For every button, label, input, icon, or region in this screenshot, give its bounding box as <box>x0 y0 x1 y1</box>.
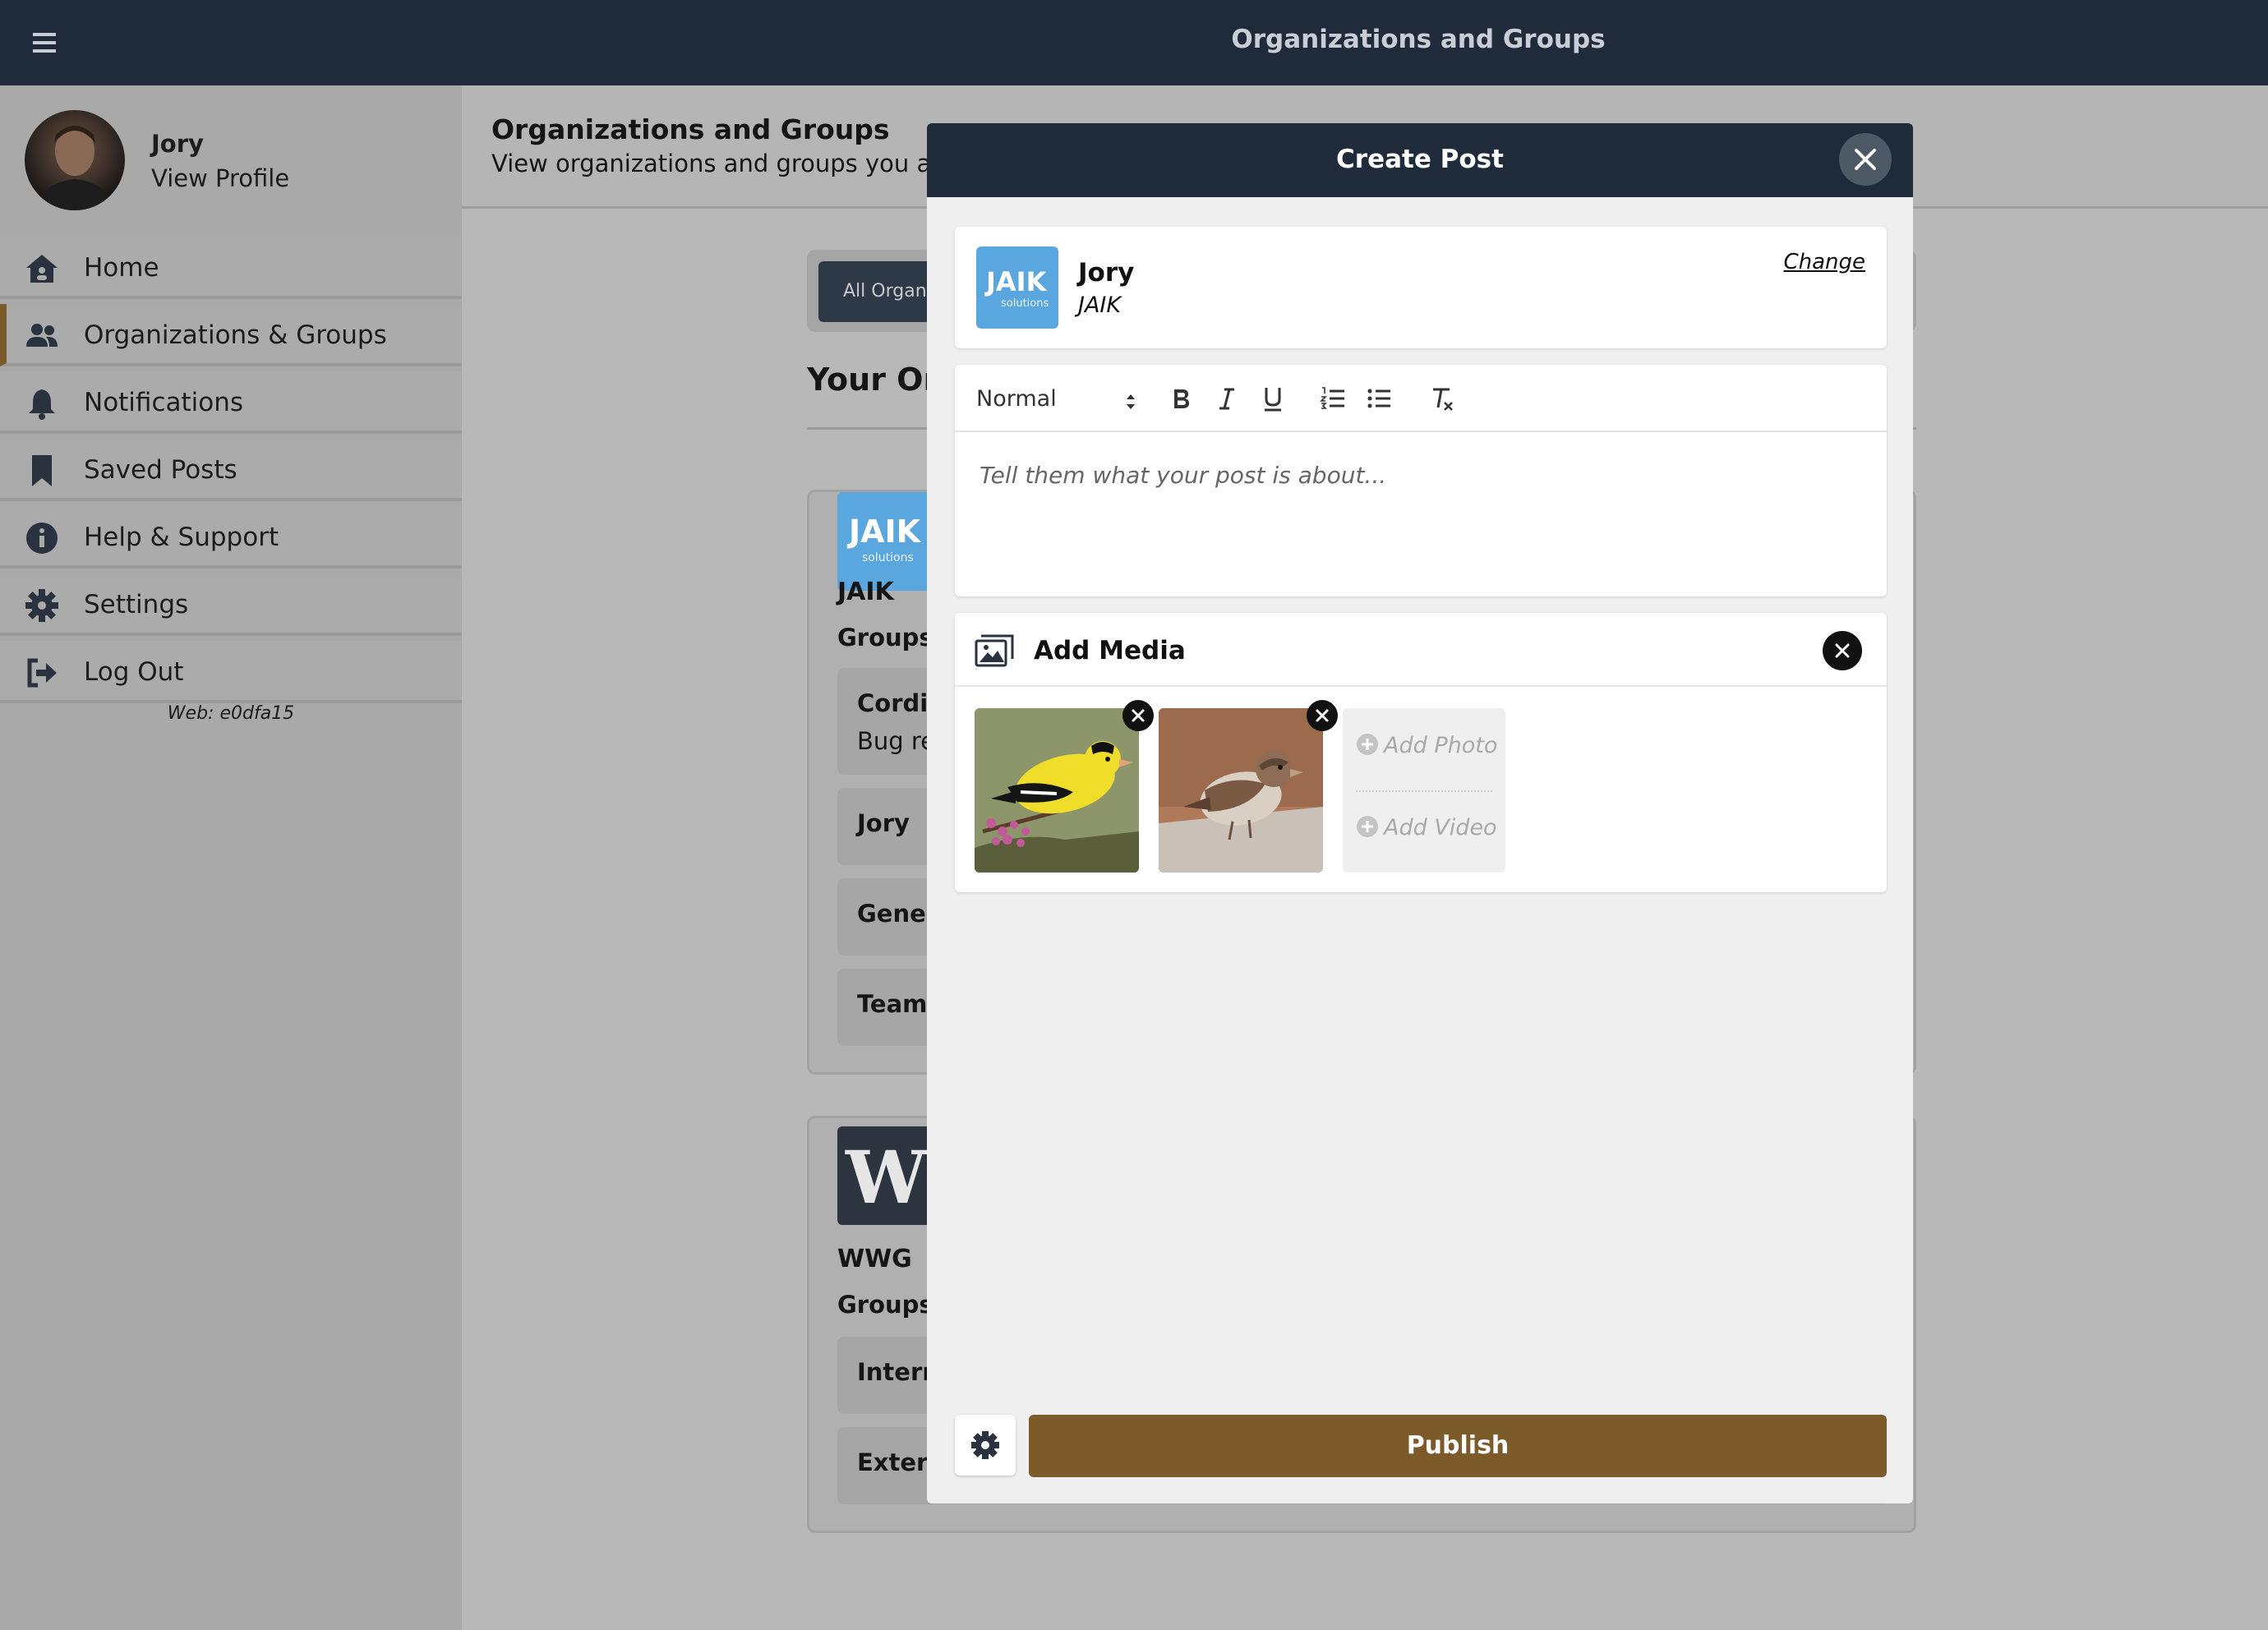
publish-button[interactable]: Publish <box>1029 1415 1887 1477</box>
author-card: JAIK solutions Jory JAIK Change <box>955 227 1887 348</box>
view-profile-link[interactable]: View Profile <box>151 164 289 192</box>
sidebar-item-label: Home <box>84 253 159 283</box>
sparrow-photo[interactable] <box>1159 708 1323 873</box>
tab-all-organizations[interactable]: All Organi <box>818 261 933 322</box>
sidebar-item-logout[interactable]: Log Out <box>0 641 462 703</box>
plus-circle-icon <box>1357 734 1378 755</box>
add-video-button[interactable]: Add Video <box>1356 815 1497 840</box>
org-name: JAIK <box>837 578 894 606</box>
author-name: Jory <box>1078 258 1135 288</box>
bullet-list-button[interactable] <box>1364 383 1395 414</box>
sidebar-item-label: Notifications <box>84 388 244 417</box>
modal-header: Create Post <box>927 123 1913 197</box>
logout-icon <box>25 656 59 690</box>
close-icon <box>1132 709 1145 722</box>
section-title: Your Or <box>807 361 939 398</box>
plus-circle-icon <box>1357 816 1378 837</box>
top-bar: Organizations and Groups <box>0 0 2268 85</box>
users-icon <box>25 319 59 353</box>
bold-icon <box>1174 389 1189 408</box>
bold-button[interactable] <box>1165 383 1196 414</box>
bell-icon <box>25 386 59 421</box>
underline-icon <box>1265 388 1281 412</box>
page-title: Organizations and Groups <box>491 113 890 145</box>
profile-section[interactable]: Jory View Profile <box>0 85 462 233</box>
editor-toolbar: Normal <box>955 365 1887 432</box>
close-media-button[interactable] <box>1823 631 1862 670</box>
sidebar: Jory View Profile Home Organizations & G… <box>0 85 462 1630</box>
sidebar-item-saved-posts[interactable]: Saved Posts <box>0 439 462 501</box>
select-arrows-icon <box>1127 394 1135 409</box>
topbar-title: Organizations and Groups <box>1231 25 1606 54</box>
modal-title: Create Post <box>1336 145 1504 174</box>
sidebar-item-organizations[interactable]: Organizations & Groups <box>0 304 462 366</box>
italic-icon <box>1219 388 1234 410</box>
sidebar-nav: Home Organizations & Groups Notification… <box>0 237 462 708</box>
post-settings-button[interactable] <box>955 1415 1016 1476</box>
goldfinch-photo[interactable] <box>975 708 1139 873</box>
page-subtitle: View organizations and groups you are a <box>491 150 978 177</box>
italic-button[interactable] <box>1211 383 1242 414</box>
web-version: Web: e0dfa15 <box>167 703 295 724</box>
create-post-modal: Create Post JAIK solutions Jory JAIK Cha… <box>927 123 1913 1503</box>
close-icon <box>1316 709 1329 722</box>
author-org: JAIK <box>1078 292 1122 318</box>
sidebar-item-label: Organizations & Groups <box>84 320 387 350</box>
close-icon <box>1855 149 1876 170</box>
sidebar-item-help[interactable]: Help & Support <box>0 506 462 569</box>
ordered-list-button[interactable] <box>1318 383 1349 414</box>
close-icon <box>1835 643 1850 658</box>
info-icon <box>25 521 59 555</box>
add-media-options: Add Photo Add Video <box>1343 708 1505 873</box>
media-header: Add Media <box>955 613 1887 687</box>
post-body-input[interactable]: Tell them what your post is about... <box>980 462 1386 489</box>
gear-icon <box>25 588 59 623</box>
org-logo[interactable]: JAIK solutions <box>837 492 936 591</box>
bullet-list-icon <box>1367 389 1390 408</box>
sidebar-item-label: Settings <box>84 590 189 619</box>
sidebar-item-label: Help & Support <box>84 523 279 552</box>
org-logo: JAIK solutions <box>976 246 1058 329</box>
home-icon <box>25 251 59 286</box>
add-media-panel: Add Media Add Photo Add Video <box>955 613 1887 892</box>
gear-icon <box>971 1431 999 1459</box>
bookmark-icon <box>25 454 59 488</box>
sidebar-item-label: Saved Posts <box>84 455 237 485</box>
sidebar-item-home[interactable]: Home <box>0 237 462 299</box>
remove-photo-button[interactable] <box>1122 700 1154 731</box>
remove-photo-button[interactable] <box>1307 700 1338 731</box>
underline-button[interactable] <box>1257 383 1288 414</box>
change-author-link[interactable]: Change <box>1783 250 1865 274</box>
sidebar-item-settings[interactable]: Settings <box>0 573 462 636</box>
clear-format-icon <box>1433 388 1453 411</box>
add-photo-button[interactable]: Add Photo <box>1356 733 1497 758</box>
groups-label: Groups <box>837 1291 933 1319</box>
org-name: WWG <box>837 1245 912 1273</box>
add-media-title: Add Media <box>1034 636 1186 665</box>
close-button[interactable] <box>1839 133 1892 186</box>
format-select[interactable]: Normal <box>976 386 1135 414</box>
sidebar-item-label: Log Out <box>84 657 184 687</box>
groups-label: Groups <box>837 624 933 652</box>
profile-name: Jory <box>151 130 204 158</box>
post-editor: Normal Tell them what your post is about… <box>955 365 1887 596</box>
org-logo[interactable]: W <box>837 1126 936 1225</box>
ordered-list-icon <box>1320 387 1344 409</box>
media-icon <box>975 634 1016 667</box>
clear-format-button[interactable] <box>1427 383 1458 414</box>
avatar[interactable] <box>25 110 125 210</box>
divider <box>1356 790 1492 792</box>
sidebar-item-notifications[interactable]: Notifications <box>0 371 462 434</box>
